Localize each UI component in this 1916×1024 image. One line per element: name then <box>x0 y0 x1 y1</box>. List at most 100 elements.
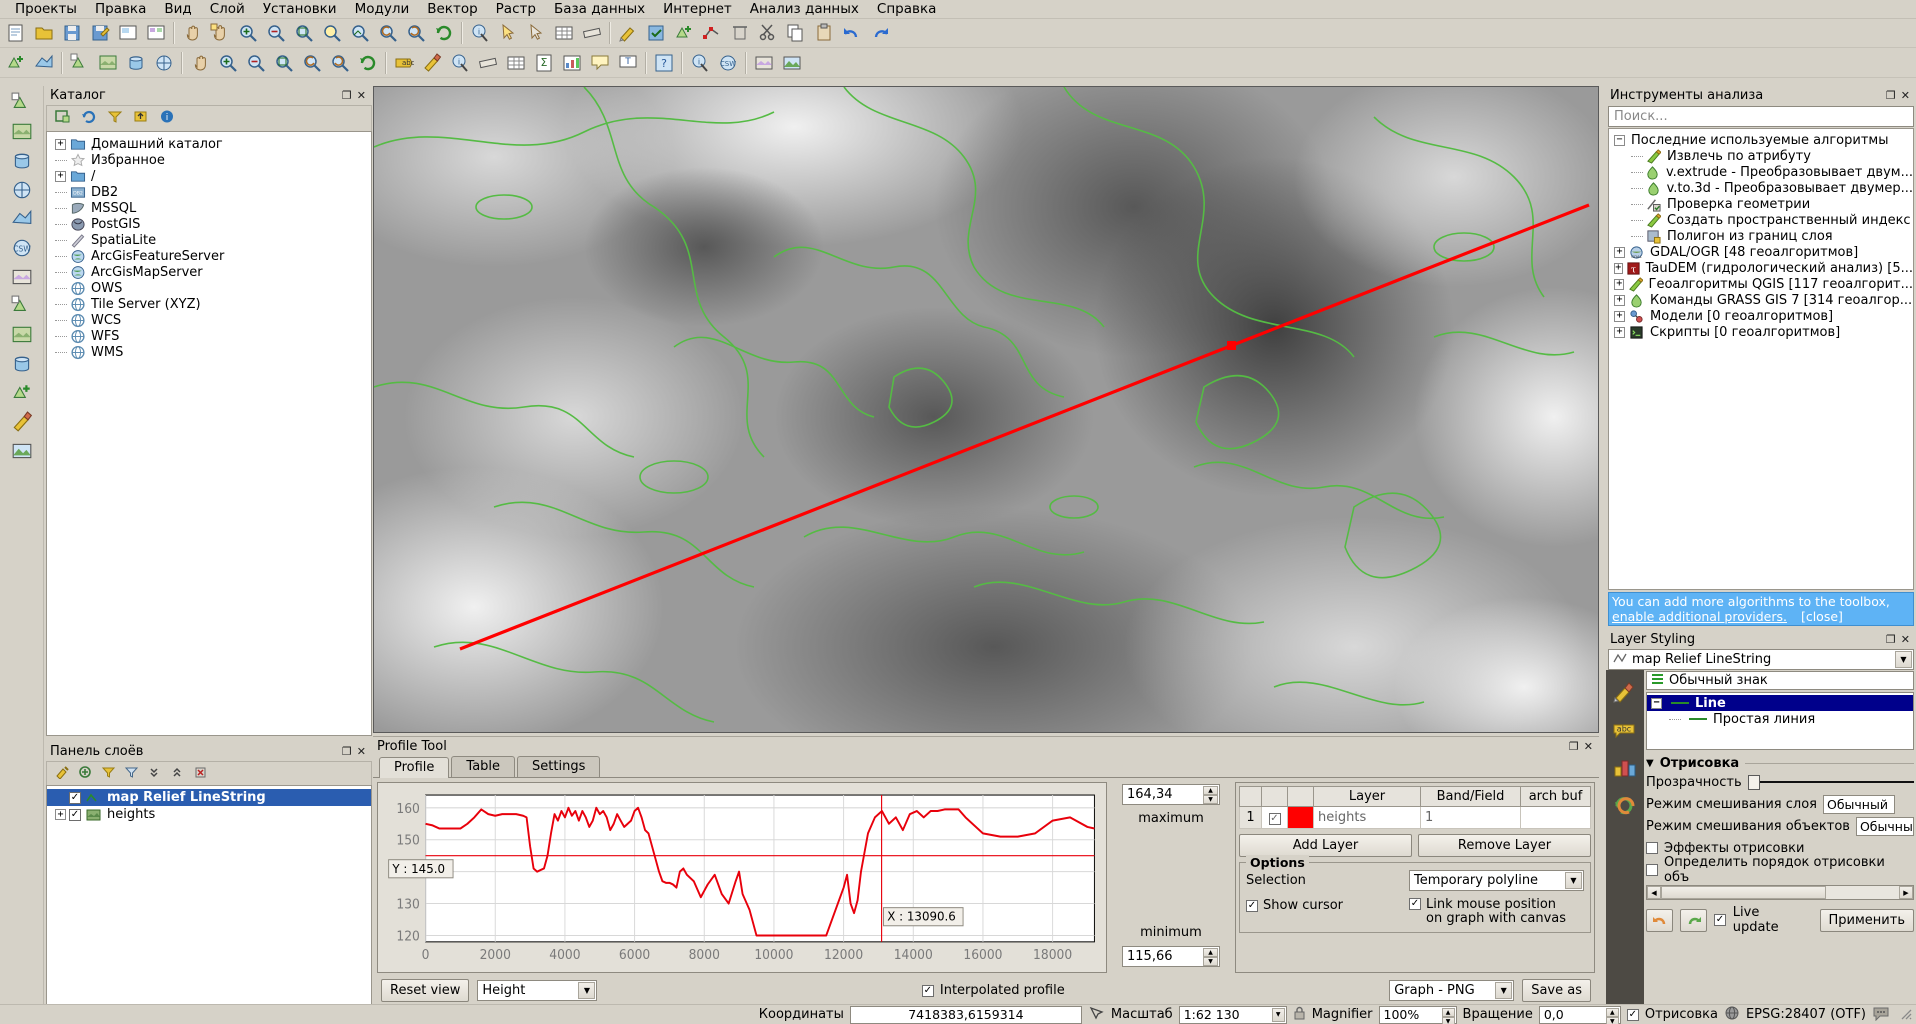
add-group-icon[interactable] <box>78 765 93 783</box>
menu-item-1[interactable]: Правка <box>86 0 155 18</box>
styling-layer-combo[interactable]: map Relief LineString ▼ <box>1608 649 1914 670</box>
scroll-left-icon[interactable]: ◀ <box>1647 886 1661 899</box>
undock-icon[interactable]: ❐ <box>342 90 352 101</box>
export-format-combo[interactable]: Graph - PNG ▼ <box>1389 980 1515 1001</box>
add-raster-layer-button[interactable] <box>95 51 121 76</box>
menu-item-11[interactable]: Справка <box>868 0 945 18</box>
catalog-item-8[interactable]: ArcGisMapServer <box>47 264 371 280</box>
terrain-button[interactable] <box>5 436 39 465</box>
redo-button[interactable] <box>1680 908 1708 932</box>
zoom-out-button[interactable] <box>263 21 289 46</box>
close-icon[interactable]: ✕ <box>357 746 366 757</box>
zoom-in-button[interactable] <box>215 51 241 76</box>
text-annotation-button[interactable]: T <box>615 51 641 76</box>
pan-map-button[interactable] <box>187 51 213 76</box>
toolbox-provider-4[interactable]: + Модели [0 геоалгоритмов] <box>1609 308 1913 324</box>
style-manager-icon[interactable] <box>55 765 70 783</box>
chevron-down-icon[interactable]: ▼ <box>1895 651 1912 668</box>
crs-icon[interactable] <box>1724 1005 1740 1024</box>
toolbox-provider-5[interactable]: + Скрипты [0 геоалгоритмов] <box>1609 324 1913 340</box>
apply-button[interactable]: Применить <box>1819 908 1914 932</box>
close-icon[interactable]: ✕ <box>357 90 366 101</box>
profile-chart[interactable]: 1201301401501600200040006000800010000120… <box>377 782 1107 973</box>
toolbox-recent-1[interactable]: v.extrude - Преобразовывает двум... <box>1609 164 1913 180</box>
toolbox-recent-4[interactable]: Создать пространственный индекс <box>1609 212 1913 228</box>
menu-item-4[interactable]: Установки <box>254 0 346 18</box>
toolbox-provider-2[interactable]: + Геоалгоритмы QGIS [117 геоалгорит... <box>1609 276 1913 292</box>
openlayers-plugin-button[interactable] <box>751 51 777 76</box>
close-icon[interactable]: ✕ <box>1901 634 1910 645</box>
symbol-type-header[interactable]: Обычный знак <box>1646 671 1914 690</box>
layer-item-1[interactable]: + ✓ heights <box>47 806 371 823</box>
add-raster-layer-button[interactable] <box>5 117 39 146</box>
pan-to-selection-button[interactable] <box>207 21 233 46</box>
expand-toggle[interactable]: + <box>1614 278 1625 290</box>
zoom-next-button[interactable] <box>403 21 429 46</box>
tab-symbology[interactable] <box>1609 674 1641 707</box>
chevron-down-icon[interactable]: ▼ <box>1495 982 1513 999</box>
menu-item-3[interactable]: Слой <box>201 0 254 18</box>
info-icon[interactable]: i <box>159 109 175 128</box>
zoom-to-layer-button[interactable] <box>347 21 373 46</box>
toolbox-recent-2[interactable]: v.to.3d - Преобразовывает двумер... <box>1609 180 1913 196</box>
measure-button[interactable] <box>475 51 501 76</box>
row-color-swatch[interactable] <box>1287 806 1314 829</box>
catalog-item-4[interactable]: MSSQL <box>47 200 371 216</box>
layers-tree[interactable]: ✓ map Relief LineString + ✓ heights <box>46 785 372 1008</box>
expand-toggle[interactable]: + <box>55 809 66 820</box>
style-manager-button[interactable] <box>419 51 445 76</box>
pan-map-button[interactable] <box>179 21 205 46</box>
paste-features-button[interactable] <box>811 21 837 46</box>
row-enabled-checkbox[interactable]: ✓ <box>1268 813 1281 825</box>
zoom-last-button[interactable] <box>375 21 401 46</box>
draw-effects-checkbox[interactable] <box>1646 842 1658 854</box>
catalog-tree[interactable]: + Домашний каталог Избранное + / DB2 DB2 MSSQL P… <box>46 131 372 736</box>
metasearch-csw-button[interactable]: CSW <box>715 51 741 76</box>
menu-item-0[interactable]: Проекты <box>6 0 86 18</box>
composer-manager-button[interactable] <box>143 21 169 46</box>
coordinates-field[interactable]: 7418383,6159314 <box>849 1005 1082 1024</box>
messages-icon[interactable] <box>1872 1005 1890 1024</box>
symbol-layer-1[interactable]: Простая линия <box>1647 711 1913 727</box>
add-wcs-layer-button[interactable]: CSW <box>5 233 39 262</box>
zoom-out-button[interactable] <box>243 51 269 76</box>
toolbox-recent-3[interactable]: Проверка геометрии <box>1609 196 1913 212</box>
zoom-full-button[interactable] <box>271 51 297 76</box>
layer-visibility-checkbox[interactable]: ✓ <box>69 791 81 804</box>
new-layer-button[interactable] <box>5 378 39 407</box>
save-project-as-button[interactable] <box>87 21 113 46</box>
filter-legend-icon[interactable] <box>101 765 116 783</box>
zoom-to-selection-button[interactable] <box>319 21 345 46</box>
profile-tab-profile[interactable]: Profile <box>379 757 450 778</box>
catalog-item-13[interactable]: WMS <box>47 344 371 360</box>
magnifier-spinbox[interactable]: 100% ▲ ▼ <box>1378 1005 1457 1024</box>
select-features-button[interactable] <box>495 21 521 46</box>
feature-blend-combo[interactable]: Обычный <box>1855 816 1914 836</box>
add-layer-button[interactable]: Add Layer <box>1239 834 1412 857</box>
new-spatialite-layer-button[interactable] <box>31 51 57 76</box>
zoom-last-button[interactable] <box>299 51 325 76</box>
styling-horizontal-scrollbar[interactable]: ◀ ▶ <box>1646 885 1914 900</box>
new-item-icon[interactable] <box>55 109 71 128</box>
toolbox-provider-3[interactable]: + Команды GRASS GIS 7 [314 геоалгор... <box>1609 292 1913 308</box>
label-tool-button[interactable]: abc <box>391 51 417 76</box>
toolbox-provider-1[interactable]: + τ TauDEM (гидрологический анализ) [5... <box>1609 260 1913 276</box>
tab-diagrams[interactable] <box>1609 750 1641 783</box>
close-icon[interactable]: ✕ <box>1584 741 1593 752</box>
undock-icon[interactable]: ❐ <box>1886 90 1896 101</box>
zoom-in-button[interactable] <box>235 21 261 46</box>
table-header-5[interactable]: arch buf <box>1520 786 1591 807</box>
catalog-item-5[interactable]: PostGIS <box>47 216 371 232</box>
table-header-4[interactable]: Band/Field <box>1420 786 1521 807</box>
catalog-item-1[interactable]: Избранное <box>47 152 371 168</box>
expression-filter-icon[interactable] <box>124 765 139 783</box>
menu-item-10[interactable]: Анализ данных <box>741 0 868 18</box>
render-checkbox[interactable]: ✓ <box>1626 1008 1639 1021</box>
terrain-profile-button[interactable] <box>779 51 805 76</box>
filter-icon[interactable] <box>107 109 123 128</box>
map-tips-button[interactable] <box>587 51 613 76</box>
expand-toggle[interactable]: + <box>1614 262 1623 274</box>
undo-button[interactable] <box>839 21 865 46</box>
link-mouse-checkbox[interactable]: ✓ <box>1409 898 1421 910</box>
tab-history[interactable] <box>1609 788 1641 821</box>
